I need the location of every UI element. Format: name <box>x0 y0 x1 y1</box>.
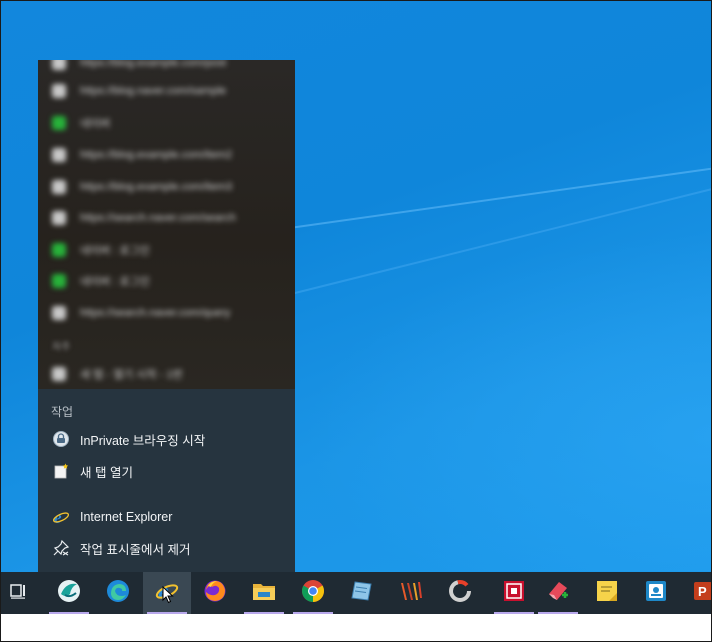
list-item[interactable]: 네이버 <box>38 108 295 138</box>
svg-text:P: P <box>698 584 707 599</box>
tasks-section: 작업 InPrivate 브라우징 시작 새 탭 열기 e Internet E… <box>38 389 295 572</box>
unpin-from-taskbar[interactable]: 작업 표시줄에서 제거 <box>38 533 295 563</box>
taskbar-internet-explorer[interactable]: e <box>143 572 191 614</box>
naver-icon <box>52 274 66 288</box>
taskbar-app-bird[interactable] <box>45 572 93 614</box>
app-stripes-icon <box>398 578 424 609</box>
site-icon <box>52 148 66 162</box>
list-item[interactable]: https://blog.naver.com/sample <box>38 76 295 106</box>
firefox-icon <box>202 578 228 609</box>
taskbar-firefox[interactable] <box>191 572 239 614</box>
bottom-margin <box>1 614 711 641</box>
site-icon <box>52 84 66 98</box>
list-item[interactable]: https://search.naver.com/search <box>38 203 295 233</box>
taskbar-app-eraser[interactable] <box>534 572 582 614</box>
sticky-notes-icon <box>594 578 620 609</box>
list-item[interactable]: 새 탭 - 열기 시작 - 1번 <box>38 359 295 389</box>
list-item[interactable]: 네이버 : 로그인 <box>38 235 295 265</box>
task-label: InPrivate 브라우징 시작 <box>80 433 206 448</box>
site-icon <box>52 60 66 70</box>
taskbar-app-red-square[interactable] <box>490 572 538 614</box>
taskbar: e <box>1 572 711 614</box>
list-item[interactable]: 네이버 : 로그인 <box>38 266 295 296</box>
file-explorer-icon <box>251 579 277 608</box>
app-red-square-icon <box>501 578 527 609</box>
naver-icon <box>52 116 66 130</box>
unpin-icon <box>52 539 70 557</box>
taskbar-app-stripes[interactable] <box>387 572 435 614</box>
taskbar-notepad-app[interactable] <box>338 572 386 614</box>
list-item[interactable]: https://search.naver.com/query <box>38 298 295 328</box>
open-internet-explorer[interactable]: e Internet Explorer <box>38 502 295 532</box>
taskbar-sticky-notes[interactable] <box>583 572 631 614</box>
site-icon <box>52 180 66 194</box>
task-view-button[interactable] <box>1 572 43 614</box>
naver-icon <box>52 243 66 257</box>
list-item[interactable]: https://blog.example.com/item3 <box>38 172 295 202</box>
site-icon <box>52 367 66 381</box>
jump-list: https://blog.example.com/post https://bl… <box>38 60 295 572</box>
inprivate-icon <box>52 430 70 448</box>
powerpoint-icon: P <box>692 578 711 609</box>
list-item[interactable]: https://blog.example.com/item2 <box>38 140 295 170</box>
recent-section-label: 자주 <box>52 342 71 353</box>
site-icon <box>52 211 66 225</box>
taskbar-file-explorer[interactable] <box>240 572 288 614</box>
section-title: 작업 <box>51 405 74 419</box>
taskbar-edge[interactable] <box>94 572 142 614</box>
taskbar-app-ring[interactable] <box>436 572 484 614</box>
new-tab-icon <box>52 462 70 480</box>
mouse-cursor-icon <box>162 585 174 609</box>
app-blue-icon <box>643 578 669 609</box>
microsoft-edge-icon <box>105 578 131 609</box>
task-label: 새 탭 열기 <box>80 465 133 480</box>
app-ring-icon <box>447 578 473 609</box>
app-bird-icon <box>56 578 82 609</box>
screen: https://blog.example.com/post https://bl… <box>0 0 712 642</box>
site-icon <box>52 306 66 320</box>
taskbar-chrome[interactable] <box>289 572 337 614</box>
app-label: Internet Explorer <box>80 510 173 524</box>
chrome-icon <box>300 578 326 609</box>
app-eraser-icon <box>545 578 571 609</box>
notepad-app-icon <box>349 578 375 609</box>
taskbar-powerpoint[interactable]: P <box>681 572 711 614</box>
internet-explorer-icon: e <box>52 508 70 526</box>
recent-items-section: https://blog.example.com/post https://bl… <box>38 60 295 389</box>
app-label: 작업 표시줄에서 제거 <box>80 542 191 557</box>
new-tab-task[interactable]: 새 탭 열기 <box>38 456 295 486</box>
task-view-icon <box>9 582 29 605</box>
taskbar-app-blue[interactable] <box>632 572 680 614</box>
inprivate-task[interactable]: InPrivate 브라우징 시작 <box>38 424 295 454</box>
